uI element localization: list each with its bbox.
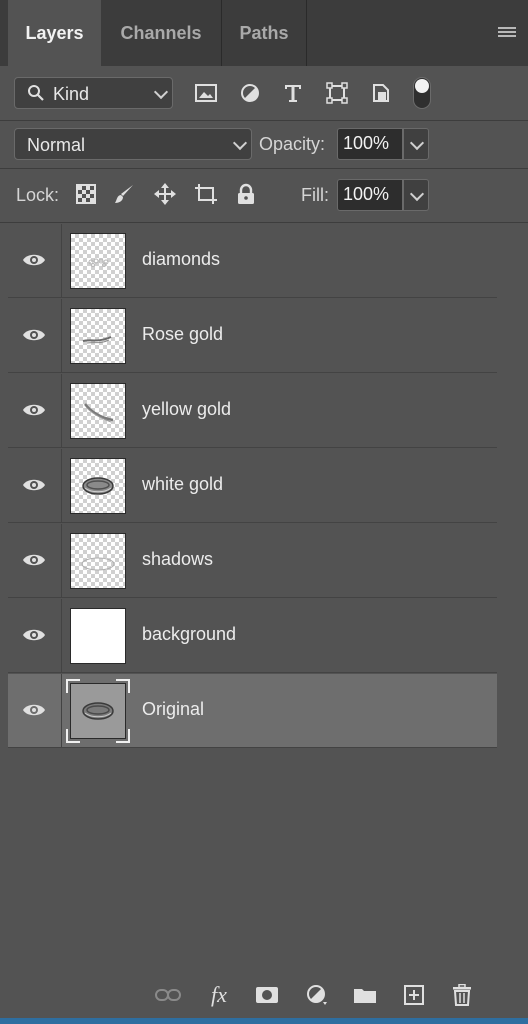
layer-mask-icon[interactable] <box>254 982 280 1008</box>
adjustment-filter-icon[interactable] <box>237 80 263 106</box>
chevron-down-icon <box>409 135 425 151</box>
layer-thumbnail <box>70 383 126 439</box>
divider <box>61 599 62 673</box>
image-filter-icon[interactable] <box>193 80 219 106</box>
divider <box>61 374 62 448</box>
layer-row-background[interactable]: background <box>8 599 497 673</box>
layer-row-original[interactable]: Original <box>8 674 497 748</box>
type-filter-icon[interactable] <box>280 80 306 106</box>
divider <box>0 120 528 121</box>
lock-position-icon[interactable] <box>152 181 178 207</box>
layer-name: white gold <box>142 474 224 494</box>
blend-mode-select[interactable]: Normal <box>14 128 252 160</box>
lock-label: Lock: <box>16 185 60 205</box>
layer-thumbnail <box>70 533 126 589</box>
blend-mode-label: Normal <box>27 135 86 155</box>
eye-icon[interactable] <box>22 702 46 718</box>
eye-icon[interactable] <box>22 477 46 493</box>
filter-kind-select[interactable]: Kind <box>14 77 173 109</box>
shape-filter-icon[interactable] <box>324 80 350 106</box>
layer-row-yellow-gold[interactable]: yellow gold <box>8 374 497 448</box>
lock-transparent-pixels-icon[interactable] <box>73 181 99 207</box>
adjustment-layer-icon[interactable] <box>304 982 330 1008</box>
selection-corner <box>66 679 80 693</box>
layer-row-rose-gold[interactable]: Rose gold <box>8 299 497 373</box>
eye-icon[interactable] <box>22 327 46 343</box>
trash-icon[interactable] <box>449 982 475 1008</box>
layer-thumbnail <box>70 233 126 289</box>
panel-menu-icon[interactable] <box>498 27 516 39</box>
layer-thumbnail <box>70 458 126 514</box>
eye-icon[interactable] <box>22 252 46 268</box>
tab-layers[interactable]: Layers <box>8 0 101 67</box>
layer-thumbnail <box>66 679 130 743</box>
layers-bottom-toolbar: fx <box>0 972 528 1018</box>
chevron-down-icon <box>153 84 169 100</box>
lock-image-pixels-icon[interactable] <box>111 181 137 207</box>
opacity-dropdown-button[interactable] <box>403 128 429 160</box>
layer-name: yellow gold <box>142 399 232 419</box>
link-layers-icon[interactable] <box>155 982 181 1008</box>
layer-thumbnail <box>70 308 126 364</box>
fill-dropdown-button[interactable] <box>403 179 429 211</box>
lock-artboard-icon[interactable] <box>193 181 219 207</box>
search-icon <box>28 85 44 101</box>
layer-name: shadows <box>142 549 214 569</box>
layer-row-shadows[interactable]: shadows <box>8 524 497 598</box>
selection-corner <box>116 729 130 743</box>
layer-name: Original <box>142 699 205 719</box>
divider <box>0 168 528 169</box>
layer-row-diamonds[interactable]: diamonds <box>8 224 497 298</box>
tab-paths[interactable]: Paths <box>222 0 307 66</box>
layer-thumbnail <box>70 608 126 664</box>
chevron-down-icon <box>232 135 248 151</box>
chevron-down-icon <box>409 186 425 202</box>
selection-corner <box>116 679 130 693</box>
eye-icon[interactable] <box>22 552 46 568</box>
divider <box>61 674 62 748</box>
window-bottom-edge <box>0 1018 528 1024</box>
fill-input[interactable]: 100% <box>337 179 403 211</box>
smart-object-filter-icon[interactable] <box>368 80 394 106</box>
layer-row-white-gold[interactable]: white gold <box>8 449 497 523</box>
divider <box>0 222 528 223</box>
layer-name: diamonds <box>142 249 221 269</box>
fx-label: fx <box>211 982 227 1007</box>
divider <box>61 299 62 373</box>
eye-icon[interactable] <box>22 402 46 418</box>
tab-channels[interactable]: Channels <box>101 0 222 66</box>
layer-name: background <box>142 624 237 644</box>
eye-icon[interactable] <box>22 627 46 643</box>
group-folder-icon[interactable] <box>352 982 378 1008</box>
filter-toggle[interactable] <box>413 77 431 109</box>
new-layer-icon[interactable] <box>401 982 427 1008</box>
divider <box>61 524 62 598</box>
selection-corner <box>66 729 80 743</box>
fill-label: Fill: <box>301 185 329 205</box>
lock-all-icon[interactable] <box>233 181 259 207</box>
fx-icon[interactable]: fx <box>204 982 234 1008</box>
filter-kind-label: Kind <box>53 84 90 104</box>
layer-name: Rose gold <box>142 324 224 344</box>
opacity-label: Opacity: <box>259 134 326 154</box>
opacity-input[interactable]: 100% <box>337 128 403 160</box>
divider <box>61 449 62 523</box>
panel-tab-bar: Layers Channels Paths <box>0 0 528 67</box>
divider <box>61 224 62 298</box>
